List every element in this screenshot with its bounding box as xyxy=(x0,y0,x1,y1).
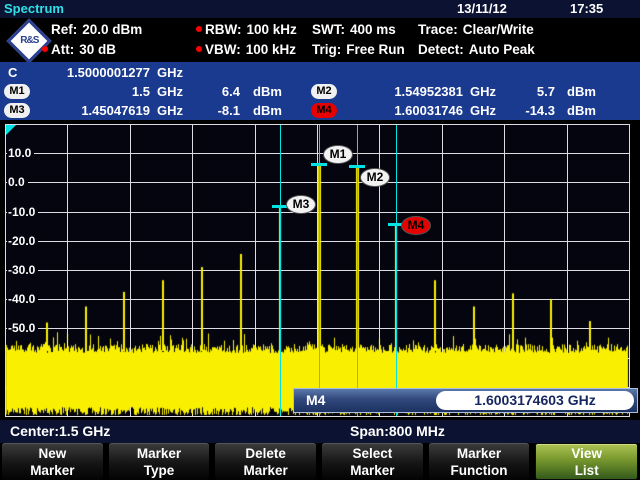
y-axis-tick-label: 10.0 xyxy=(7,145,34,161)
grid-hline xyxy=(5,416,630,417)
marker-readout-table: C 1.5000001277 GHz M1 1.5 GHz 6.4 dBm M2… xyxy=(0,62,640,120)
marker-value-popup: M4 1.6003174603 GHz xyxy=(293,388,638,413)
attenuation-setting: Att:30 dB xyxy=(42,40,194,60)
marker-badge-m1: M1 xyxy=(4,84,30,99)
marker-line-m2 xyxy=(357,125,358,416)
m2-level-unit: dBm xyxy=(567,82,596,101)
softkey-marker-function[interactable]: MarkerFunction xyxy=(429,443,530,480)
center-freq-label: C xyxy=(8,63,17,82)
spectrum-analyzer-screen: Spectrum 13/11/12 17:35 R&S Ref:20.0 dBm… xyxy=(0,0,640,480)
app-mode-title: Spectrum xyxy=(4,1,64,16)
m1-level: 6.4 xyxy=(186,82,240,101)
sweep-time-setting: SWT:400 ms xyxy=(312,20,420,40)
time-display: 17:35 xyxy=(570,1,603,16)
y-axis-tick-label: 0.0 xyxy=(7,174,28,190)
m1-level-unit: dBm xyxy=(253,82,282,101)
m3-level: -8.1 xyxy=(186,101,240,120)
y-axis-tick-label: -20.0 xyxy=(7,233,38,249)
m3-freq-unit: GHz xyxy=(157,101,183,120)
marker-badge-m2: M2 xyxy=(311,84,337,99)
popup-marker-id: M4 xyxy=(306,389,325,412)
softkey-bar: NewMarker MarkerType DeleteMarker Select… xyxy=(0,443,640,480)
marker-line-m4 xyxy=(396,125,397,416)
grid-vline xyxy=(629,124,630,417)
center-freq-row: C 1.5000001277 GHz xyxy=(0,63,640,82)
coupled-dot xyxy=(42,46,48,52)
m2-freq-unit: GHz xyxy=(470,82,496,101)
coupled-dot xyxy=(196,26,202,32)
settings-col-ref-att: Ref:20.0 dBm Att:30 dB xyxy=(42,20,194,60)
detector-setting: Detect:Auto Peak xyxy=(418,40,638,60)
y-axis-tick-label: -40.0 xyxy=(7,291,38,307)
m1-freq-unit: GHz xyxy=(157,82,183,101)
softkey-delete-marker[interactable]: DeleteMarker xyxy=(215,443,316,480)
settings-col-sweep: SWT:400 ms Trig:Free Run xyxy=(312,20,420,60)
softkey-select-marker[interactable]: SelectMarker xyxy=(322,443,423,480)
marker-label-m4: M4 xyxy=(401,216,431,235)
marker-tick-m2 xyxy=(349,165,365,168)
marker-label-m3: M3 xyxy=(286,195,316,214)
vbw-setting: VBW:100 kHz xyxy=(196,40,310,60)
date-display: 13/11/12 xyxy=(457,1,507,16)
m2-frequency: 1.54952381 xyxy=(345,82,463,101)
frequency-axis-bar: Center:1.5 GHz Span:800 MHz xyxy=(0,420,640,443)
trace-mode-setting: Trace:Clear/Write xyxy=(418,20,638,40)
rbw-setting: RBW:100 kHz xyxy=(196,20,310,40)
marker-label-m2: M2 xyxy=(360,168,390,187)
popup-marker-frequency-field[interactable]: 1.6003174603 GHz xyxy=(436,391,634,410)
m2-level: 5.7 xyxy=(498,82,555,101)
marker-label-m1: M1 xyxy=(323,145,353,164)
softkey-marker-type[interactable]: MarkerType xyxy=(109,443,210,480)
marker-line-m3 xyxy=(280,125,281,416)
center-frequency: Center:1.5 GHz xyxy=(10,420,110,442)
coupled-dot xyxy=(196,46,202,52)
center-freq-value: 1.5000001277 xyxy=(36,63,150,82)
m4-frequency: 1.60031746 xyxy=(345,101,463,120)
trace-canvas xyxy=(5,124,629,416)
settings-col-bw: RBW:100 kHz VBW:100 kHz xyxy=(196,20,310,60)
span-value: Span:800 MHz xyxy=(350,420,445,442)
softkey-view-list[interactable]: ViewList xyxy=(535,443,638,480)
marker-badge-m3: M3 xyxy=(4,103,30,118)
settings-header: R&S Ref:20.0 dBm Att:30 dB RBW:100 kHz V… xyxy=(0,18,640,62)
marker-row-m3-m4: M3 1.45047619 GHz -8.1 dBm M4 1.60031746… xyxy=(0,101,640,120)
marker-row-m1-m2: M1 1.5 GHz 6.4 dBm M2 1.54952381 GHz 5.7… xyxy=(0,82,640,101)
m4-level-unit: dBm xyxy=(567,101,596,120)
marker-badge-m4: M4 xyxy=(311,103,337,118)
marker-tick-m1 xyxy=(311,163,327,166)
m4-freq-unit: GHz xyxy=(470,101,496,120)
title-bar: Spectrum 13/11/12 17:35 xyxy=(0,0,640,18)
y-axis-tick-label: -50.0 xyxy=(7,320,38,336)
m3-frequency: 1.45047619 xyxy=(36,101,150,120)
ref-level-setting: Ref:20.0 dBm xyxy=(42,20,194,40)
y-axis-tick-label: -30.0 xyxy=(7,262,38,278)
trace1-indicator-icon xyxy=(6,125,16,135)
m3-level-unit: dBm xyxy=(253,101,282,120)
m4-level: -14.3 xyxy=(498,101,555,120)
settings-col-trace: Trace:Clear/Write Detect:Auto Peak xyxy=(418,20,638,60)
trigger-setting: Trig:Free Run xyxy=(312,40,420,60)
m1-frequency: 1.5 xyxy=(36,82,150,101)
marker-line-m1 xyxy=(319,125,320,416)
y-axis-tick-label: -10.0 xyxy=(7,204,38,220)
center-freq-unit: GHz xyxy=(157,63,183,82)
softkey-new-marker[interactable]: NewMarker xyxy=(2,443,103,480)
spectrum-plot: 10.0 0.0 -10.0 -20.0 -30.0 -40.0 -50.0 M1 M2 M3 M… xyxy=(0,124,640,417)
